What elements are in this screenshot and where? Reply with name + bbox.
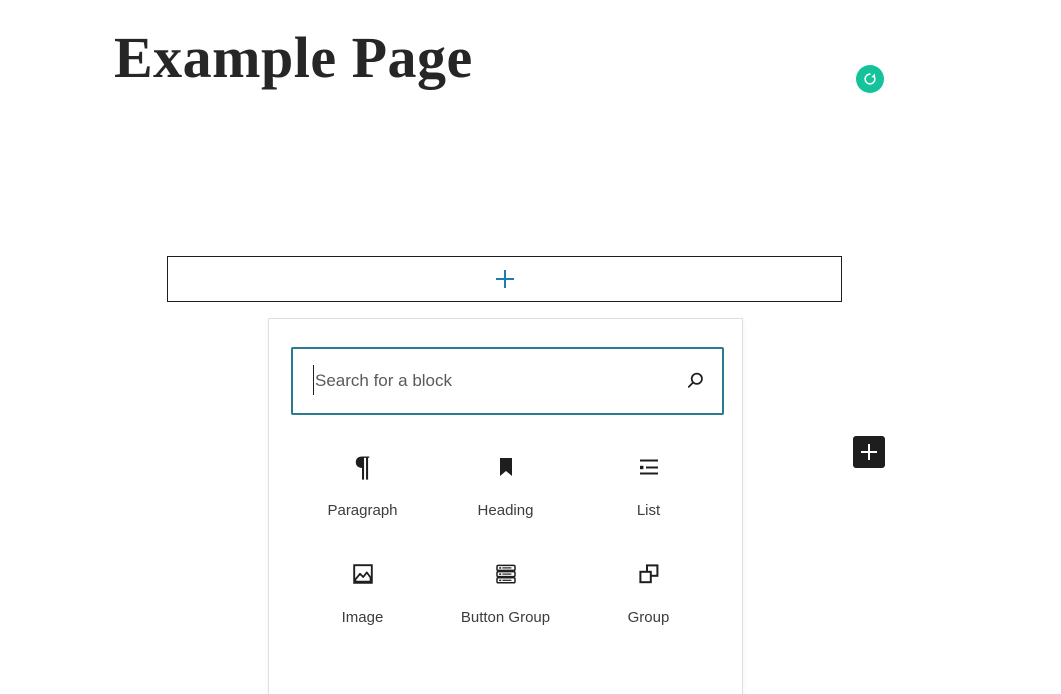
paragraph-icon: ¶	[354, 450, 371, 483]
button-group-icon	[492, 560, 520, 588]
block-item-label: Button Group	[460, 609, 551, 626]
refresh-circle-icon[interactable]	[856, 65, 884, 93]
block-search-field[interactable]	[291, 347, 724, 415]
block-item-group[interactable]: Group	[577, 560, 720, 625]
block-item-list[interactable]: List	[577, 453, 720, 518]
image-icon	[349, 560, 377, 588]
heading-bookmark-icon	[492, 453, 520, 481]
block-inserter-panel: ¶ Paragraph Heading List	[268, 318, 743, 694]
default-block-appender[interactable]	[167, 256, 842, 302]
plus-icon	[495, 269, 515, 289]
search-input[interactable]	[291, 347, 724, 415]
block-item-label: Group	[627, 609, 670, 626]
block-item-button-group[interactable]: Button Group	[434, 560, 577, 625]
group-icon	[635, 560, 663, 588]
block-item-label: List	[636, 502, 661, 519]
block-item-label: Heading	[477, 502, 534, 519]
plus-icon	[860, 443, 878, 461]
block-item-heading[interactable]: Heading	[434, 453, 577, 518]
text-caret	[313, 365, 314, 395]
block-item-label: Paragraph	[327, 502, 398, 519]
add-block-button[interactable]	[853, 436, 885, 468]
list-icon	[635, 453, 663, 481]
page-title[interactable]: Example Page	[114, 23, 473, 93]
block-item-image[interactable]: Image	[291, 560, 434, 625]
block-type-grid: ¶ Paragraph Heading List Image Button Gr…	[291, 450, 720, 626]
refresh-arrow-icon	[864, 73, 876, 85]
block-item-paragraph[interactable]: ¶ Paragraph	[291, 450, 434, 519]
block-item-label: Image	[341, 609, 384, 626]
